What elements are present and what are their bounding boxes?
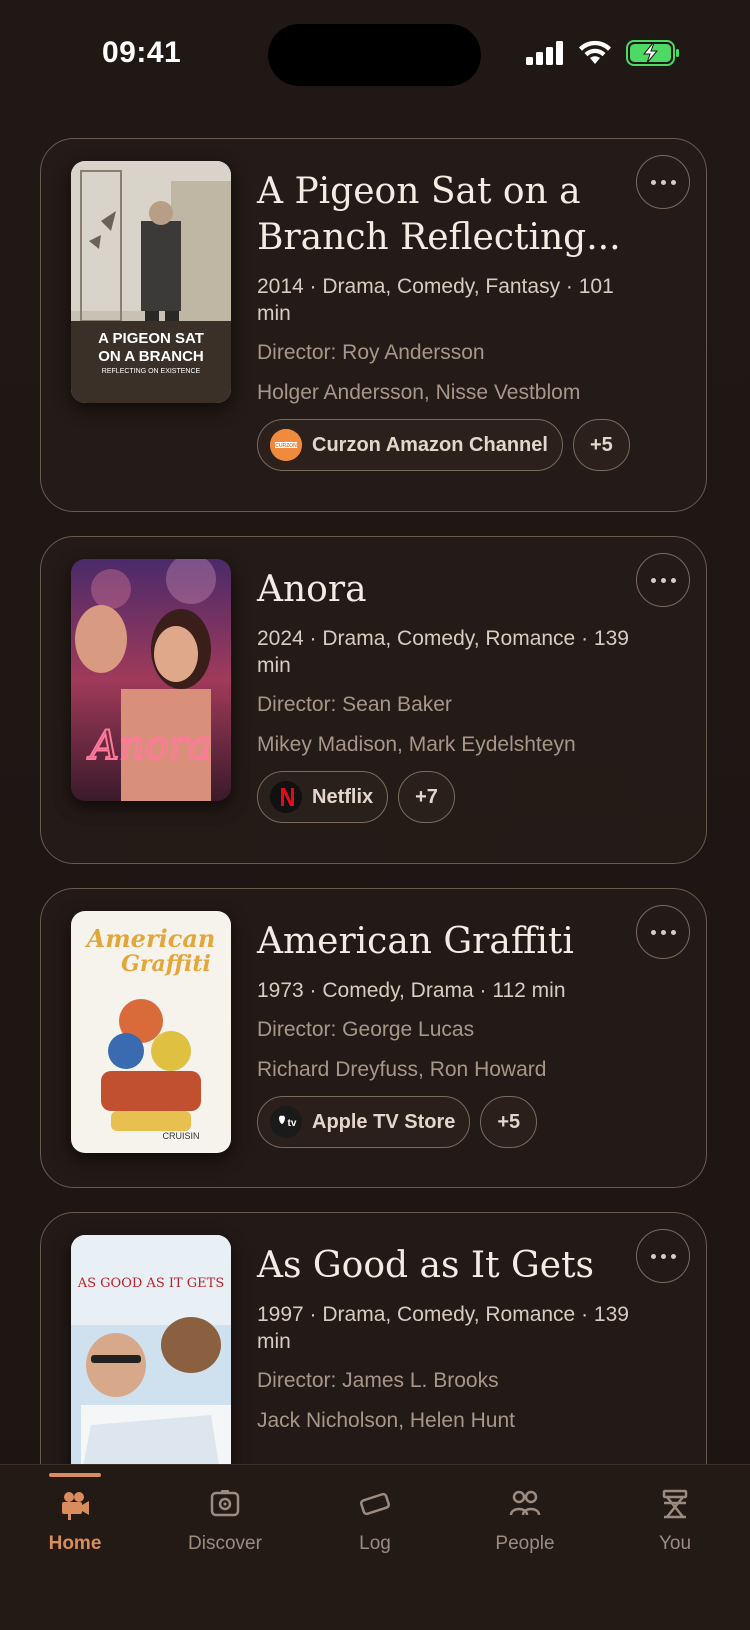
movie-title[interactable]: Anora: [257, 567, 637, 613]
tab-log[interactable]: Log: [300, 1465, 450, 1575]
provider-name: Curzon Amazon Channel: [312, 433, 548, 456]
movie-card[interactable]: Anora Anora 2024 · Drama, Comedy, Romanc…: [40, 536, 707, 864]
svg-text:CRUISIN: CRUISIN: [162, 1131, 199, 1141]
more-options-button[interactable]: [636, 553, 690, 607]
providers-row: tv Apple TV Store +5: [257, 1096, 637, 1148]
movie-cast: Mikey Madison, Mark Eydelshteyn: [257, 733, 576, 756]
movie-poster[interactable]: AS GOOD AS IT GETS: [71, 1235, 231, 1477]
movie-card[interactable]: A PIGEON SAT ON A BRANCH REFLECTING ON E…: [40, 138, 707, 512]
ticket-icon: [360, 1492, 390, 1516]
more-options-button[interactable]: [636, 1229, 690, 1283]
movie-cast: Holger Andersson, Nisse Vestblom: [257, 381, 581, 404]
svg-text:ON A BRANCH: ON A BRANCH: [98, 348, 204, 365]
svg-text:Anora: Anora: [86, 723, 212, 769]
tab-label: Discover: [188, 1533, 262, 1554]
tab-discover[interactable]: Discover: [150, 1465, 300, 1575]
movie-director: Director: James L. Brooks: [257, 1369, 499, 1392]
movie-info: As Good as It Gets 1997 · Drama, Comedy,…: [257, 1243, 637, 1447]
movie-meta: 2014 · Drama, Comedy, Fantasy · 101 min: [257, 275, 614, 325]
more-providers-chip[interactable]: +5: [480, 1096, 538, 1148]
discover-icon: [210, 1490, 240, 1517]
movie-info: American Graffiti 1973 · Comedy, Drama ·…: [257, 919, 637, 1148]
movie-director: Director: Roy Andersson: [257, 341, 485, 364]
providers-row: CURZON Curzon Amazon Channel +5: [257, 419, 637, 471]
people-icon: [509, 1490, 541, 1516]
movie-card[interactable]: American Graffiti CRUISIN American Graff…: [40, 888, 707, 1188]
movie-poster[interactable]: Anora: [71, 559, 231, 801]
provider-name: Netflix: [312, 785, 374, 808]
screen: 09:41 A PIGEON SAT ON A BRANCH REFLECTIN…: [0, 0, 750, 1630]
tab-bar: Home Discover Log People You: [0, 1464, 750, 1630]
movie-title[interactable]: As Good as It Gets: [257, 1243, 637, 1289]
curzon-logo-icon: CURZON: [270, 429, 302, 461]
provider-chip[interactable]: Netflix: [257, 771, 389, 823]
more-providers-chip[interactable]: +5: [572, 419, 630, 471]
dynamic-island: [268, 24, 481, 86]
status-icons: [526, 40, 680, 66]
movie-meta: 1997 · Drama, Comedy, Romance · 139 min: [257, 1303, 629, 1353]
status-bar: 09:41: [0, 0, 750, 110]
battery-charging-icon: [626, 40, 679, 66]
movie-poster[interactable]: American Graffiti CRUISIN: [71, 911, 231, 1153]
director-chair-icon: [662, 1489, 688, 1519]
more-options-button[interactable]: [636, 905, 690, 959]
tab-label: Log: [359, 1533, 391, 1554]
tab-you[interactable]: You: [600, 1465, 750, 1575]
cellular-signal-icon: [526, 41, 563, 65]
providers-row: Netflix +7: [257, 771, 637, 823]
tab-label: Home: [48, 1533, 102, 1554]
active-tab-indicator: [49, 1473, 101, 1477]
provider-chip[interactable]: tv Apple TV Store: [257, 1096, 471, 1148]
tab-home[interactable]: Home: [0, 1465, 150, 1575]
netflix-logo-icon: [270, 781, 302, 813]
movie-poster[interactable]: A PIGEON SAT ON A BRANCH REFLECTING ON E…: [71, 161, 231, 403]
camera-icon: [62, 1492, 89, 1520]
svg-text:CURZON: CURZON: [275, 443, 297, 449]
svg-text:Graffiti: Graffiti: [121, 951, 211, 977]
tab-label: You: [658, 1533, 692, 1554]
more-providers-chip[interactable]: +7: [398, 771, 455, 823]
movie-title[interactable]: A Pigeon Sat on a Branch Reflecting...: [257, 169, 637, 261]
tab-label: People: [495, 1533, 555, 1554]
svg-text:AS GOOD AS IT GETS: AS GOOD AS IT GETS: [77, 1276, 225, 1291]
movie-director: Director: George Lucas: [257, 1018, 475, 1041]
movie-info: Anora 2024 · Drama, Comedy, Romance · 13…: [257, 567, 637, 823]
movie-cast: Richard Dreyfuss, Ron Howard: [257, 1058, 547, 1081]
movie-cast: Jack Nicholson, Helen Hunt: [257, 1409, 515, 1432]
status-time: 09:41: [102, 36, 182, 69]
movie-meta: 2024 · Drama, Comedy, Romance · 139 min: [257, 627, 629, 677]
provider-name: Apple TV Store: [312, 1110, 456, 1133]
provider-chip[interactable]: CURZON Curzon Amazon Channel: [257, 419, 563, 471]
movie-meta: 1973 · Comedy, Drama · 112 min: [257, 979, 566, 1002]
movie-info: A Pigeon Sat on a Branch Reflecting... 2…: [257, 169, 637, 471]
wifi-icon: [579, 40, 611, 64]
movie-director: Director: Sean Baker: [257, 693, 452, 716]
svg-text:REFLECTING ON EXISTENCE: REFLECTING ON EXISTENCE: [102, 368, 201, 375]
tab-people[interactable]: People: [450, 1465, 600, 1575]
svg-text:tv: tv: [288, 1118, 297, 1129]
svg-text:American: American: [85, 924, 216, 953]
svg-text:A PIGEON SAT: A PIGEON SAT: [98, 330, 204, 347]
movie-title[interactable]: American Graffiti: [257, 919, 637, 965]
more-options-button[interactable]: [636, 155, 690, 209]
apple-tv-logo-icon: tv: [270, 1106, 302, 1138]
